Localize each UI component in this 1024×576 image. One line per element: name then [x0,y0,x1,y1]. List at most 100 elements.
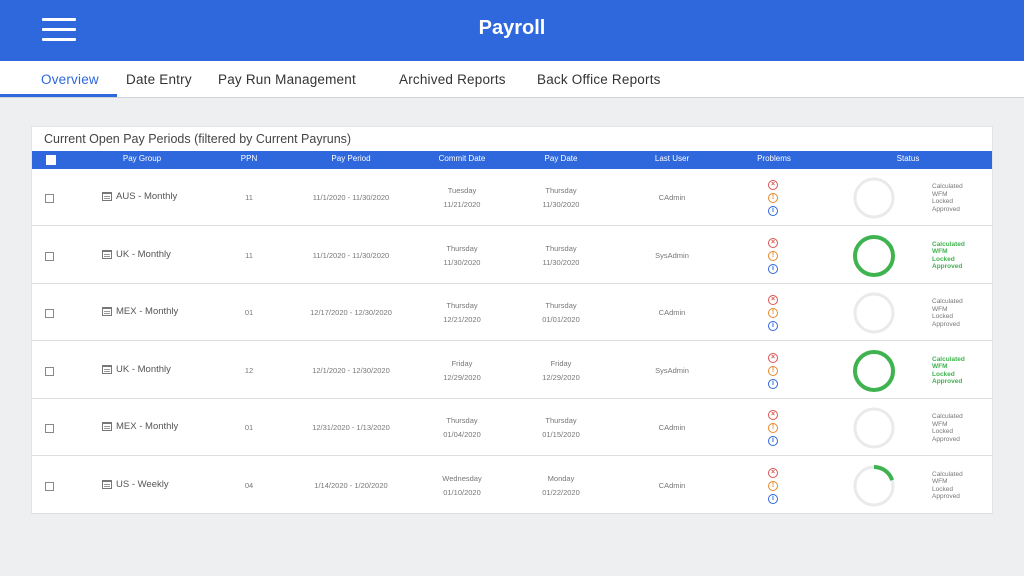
col-pay-date[interactable]: Pay Date [530,154,592,163]
status-calculated: Calculated [932,355,965,363]
row-checkbox[interactable] [45,424,54,433]
last-user: SysAdmin [655,250,689,260]
warning-icon[interactable]: ! [768,480,778,491]
row-checkbox[interactable] [45,481,54,491]
info-icon[interactable]: i [768,206,778,216]
pay-group-link[interactable]: MEX - Monthly [102,421,222,432]
pay-group-name: MEX - Monthly [116,421,179,432]
warning-icon[interactable]: ! [768,193,778,203]
tab-pay-run-management[interactable]: Pay Run Management [218,72,356,87]
commit-date: 01/10/2020 [443,487,481,497]
open-pay-periods-panel: Current Open Pay Periods (filtered by Cu… [31,126,993,514]
table-row[interactable]: UK - Monthly 11 11/1/2020 - 11/30/2020 T… [32,227,992,284]
status-list: Calculated WFM Locked Approved [932,241,965,271]
pay-group-link[interactable]: AUS - Monthly [102,191,222,202]
error-icon[interactable]: × [768,352,778,363]
pay-group-name: MEX - Monthly [116,306,179,317]
pay-date: 11/30/2020 [542,200,580,209]
pay-group-link[interactable]: MEX - Monthly [102,306,222,317]
warning-icon[interactable]: ! [768,250,778,261]
table-header: Pay Group PPN Pay Period Commit Date Pay… [32,151,992,169]
tab-date-entry[interactable]: Date Entry [126,72,192,87]
status-wfm: WFM [932,305,948,313]
col-pay-period[interactable]: Pay Period [311,154,391,163]
error-icon[interactable]: × [768,467,778,478]
status-progress-ring [853,177,895,219]
table-row[interactable]: UK - Monthly 12 12/1/2020 - 12/30/2020 F… [32,342,992,399]
calendar-icon [102,307,112,316]
error-icon[interactable]: × [768,410,778,420]
status-approved: Approved [932,435,960,443]
info-icon[interactable]: i [768,321,778,331]
commit-date: 11/30/2020 [443,257,481,267]
info-icon[interactable]: i [768,378,778,389]
status-wfm: WFM [932,420,948,428]
app-header: Payroll [0,0,1024,61]
pay-date: 01/22/2020 [542,487,580,497]
status-approved: Approved [932,493,960,500]
tab-archived-reports[interactable]: Archived Reports [399,72,506,87]
pay-group-name: UK - Monthly [116,363,171,375]
table-row[interactable]: MEX - Monthly 01 12/31/2020 - 1/13/2020 … [32,399,992,456]
problem-icons: × ! i [768,410,780,446]
pay-day: Thursday [545,186,577,195]
col-commit-date[interactable]: Commit Date [427,154,497,163]
row-checkbox[interactable] [45,251,54,261]
calendar-icon [102,192,112,201]
warning-icon[interactable]: ! [768,423,778,433]
pay-date: 11/30/2020 [542,257,580,267]
status-wfm: WFM [932,478,948,485]
calendar-icon [102,479,112,489]
ppn-value: 11 [245,193,253,202]
status-progress-ring [853,464,895,507]
info-icon[interactable]: i [768,493,778,504]
pay-period-value: 1/14/2020 - 1/20/2020 [314,480,388,490]
calendar-icon [102,364,112,374]
pay-group-link[interactable]: UK - Monthly [102,249,222,260]
commit-day: Thursday [446,416,478,425]
commit-day: Thursday [446,243,478,253]
select-all-checkbox[interactable] [46,155,56,165]
status-calculated: Calculated [932,298,963,305]
problem-icons: × ! i [768,352,780,389]
pay-day: Thursday [545,416,577,425]
pay-date: 01/15/2020 [542,430,580,439]
status-approved: Approved [932,378,963,385]
row-checkbox[interactable] [45,366,54,376]
tab-back-office-reports[interactable]: Back Office Reports [537,72,661,87]
status-locked: Locked [932,313,953,320]
table-row[interactable]: AUS - Monthly 11 11/1/2020 - 11/30/2020 … [32,169,992,226]
info-icon[interactable]: i [768,436,778,446]
status-calculated: Calculated [932,240,965,248]
table-row[interactable]: US - Weekly 04 1/14/2020 - 1/20/2020 Wed… [32,457,992,514]
col-problems[interactable]: Problems [744,154,804,163]
info-icon[interactable]: i [768,263,778,274]
warning-icon[interactable]: ! [768,365,778,376]
pay-date: 01/01/2020 [542,315,580,324]
table-row[interactable]: MEX - Monthly 01 12/17/2020 - 12/30/2020… [32,284,992,341]
commit-date: 12/21/2020 [443,315,481,324]
tab-overview[interactable]: Overview [41,72,99,87]
error-icon[interactable]: × [768,180,778,190]
pay-group-link[interactable]: UK - Monthly [102,364,222,375]
pay-day: Friday [550,358,572,368]
pay-group-link[interactable]: US - Weekly [102,479,222,490]
col-status[interactable]: Status [878,154,938,163]
col-last-user[interactable]: Last User [642,154,702,163]
status-approved: Approved [932,205,960,213]
warning-icon[interactable]: ! [768,308,778,318]
row-checkbox[interactable] [45,194,54,203]
progress-track [853,177,895,219]
col-pay-group[interactable]: Pay Group [112,154,172,163]
commit-date: 12/29/2020 [443,372,481,382]
row-checkbox[interactable] [45,309,54,318]
status-list: Calculated WFM Locked Approved [932,356,965,386]
status-wfm: WFM [932,190,948,198]
error-icon[interactable]: × [768,237,778,248]
pay-period-value: 12/31/2020 - 1/13/2020 [312,423,390,432]
status-progress-ring [853,407,895,449]
status-approved: Approved [932,320,960,328]
error-icon[interactable]: × [768,295,778,305]
status-calculated: Calculated [932,470,963,478]
col-ppn[interactable]: PPN [232,154,266,163]
